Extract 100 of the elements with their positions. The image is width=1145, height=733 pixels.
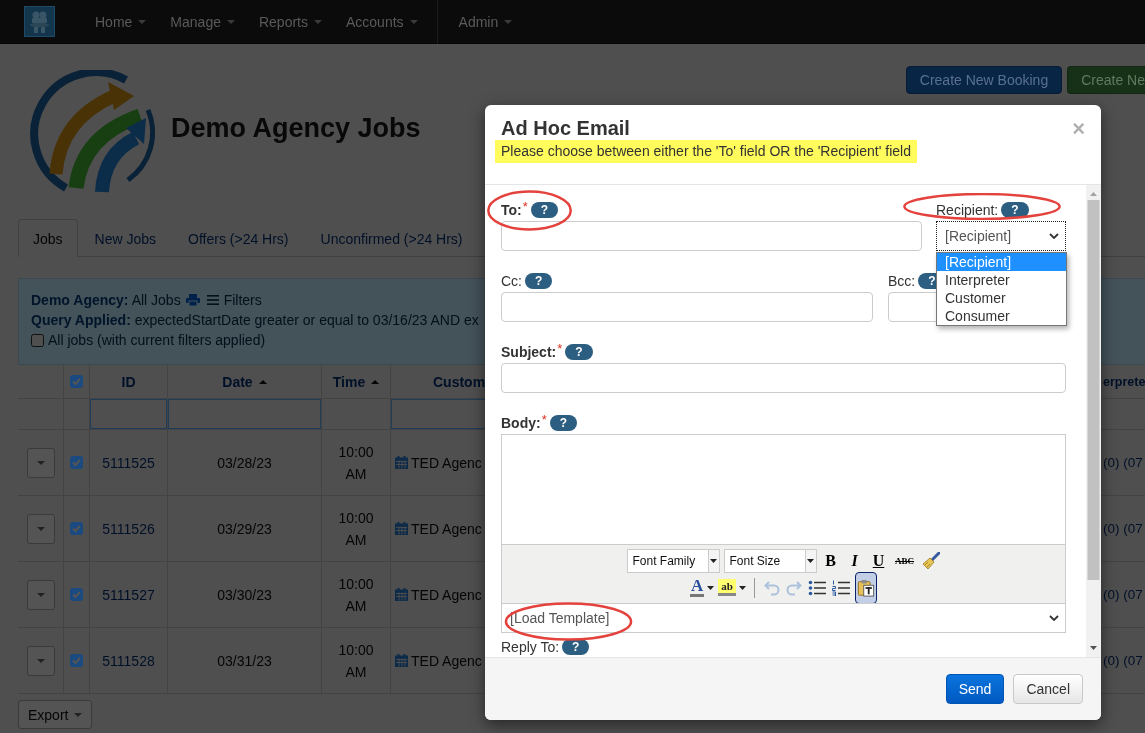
highlight-button[interactable]: ab	[718, 579, 736, 596]
checkbox[interactable]	[70, 522, 83, 535]
input-field[interactable]	[501, 363, 1066, 393]
checkbox[interactable]	[31, 333, 44, 347]
caret-icon	[36, 460, 45, 465]
checkbox[interactable]	[70, 588, 83, 601]
contact-text: (0) (07	[1103, 455, 1143, 470]
customer-text: TED Agenc	[411, 520, 482, 537]
caret-icon	[74, 712, 83, 717]
field-label: Reply To:	[501, 639, 560, 655]
numbered-list-icon[interactable]	[830, 578, 851, 597]
checkbox[interactable]	[70, 654, 83, 667]
strikethrough-button[interactable]: ABC	[892, 549, 917, 572]
send-button[interactable]: Send	[945, 674, 1005, 704]
caret-icon	[138, 19, 147, 24]
dropdown-option[interactable]: Consumer	[937, 307, 1066, 325]
contact-text: (0) (07	[1103, 653, 1143, 668]
italic-button[interactable]: I	[844, 549, 865, 572]
nav-menu[interactable]: Accounts	[334, 11, 430, 32]
field-label: Recipient:	[936, 202, 999, 218]
underline-button[interactable]: U	[868, 549, 889, 572]
paste-text-icon[interactable]	[854, 571, 877, 604]
tab[interactable]: Unconfirmed (>24 Hrs)	[305, 219, 478, 256]
column-header[interactable]: Time	[332, 373, 366, 390]
help-badge[interactable]: ?	[1001, 202, 1029, 218]
filter-field[interactable]	[90, 399, 167, 429]
logo-icon[interactable]	[24, 6, 55, 37]
job-id-link[interactable]: 5111526	[102, 520, 155, 537]
font-select[interactable]: Font Family	[626, 548, 720, 573]
caret-icon	[314, 19, 322, 24]
help-badge[interactable]: ?	[565, 344, 593, 360]
scrollbar[interactable]	[1086, 185, 1101, 657]
row-menu-button[interactable]	[26, 645, 55, 676]
tab[interactable]: New Jobs	[79, 219, 172, 256]
create-button[interactable]: Create New Booking	[905, 66, 1063, 94]
notice-text: Please choose between either the 'To' field OR the 'Recipient' field	[495, 140, 917, 163]
job-id-link[interactable]: 5111528	[102, 652, 155, 669]
job-id-link[interactable]: 5111525	[102, 454, 155, 471]
caret-icon	[36, 526, 45, 531]
dropdown-option[interactable]: Customer	[937, 289, 1066, 307]
close-button[interactable]: ×	[1072, 119, 1085, 139]
help-badge[interactable]: ?	[549, 415, 578, 431]
contact-text: (0) (07	[1103, 587, 1143, 602]
bold-button[interactable]: B	[820, 549, 841, 572]
caret-icon[interactable]	[738, 585, 746, 590]
font-color-button[interactable]: A	[690, 578, 705, 597]
cancel-button[interactable]: Cancel	[1013, 674, 1083, 704]
caret-icon	[36, 592, 45, 597]
row-menu-button[interactable]	[26, 579, 55, 610]
column-header[interactable]: Custom	[433, 373, 486, 390]
calendar-icon	[395, 654, 408, 667]
export-button[interactable]: Export	[18, 700, 93, 729]
nav-menu[interactable]: Reports	[246, 11, 334, 32]
bullet-list-icon[interactable]	[806, 578, 827, 597]
input-field[interactable]	[501, 221, 922, 251]
sort-ascending-icon[interactable]	[258, 379, 267, 384]
query-text: Query Applied: expectedStartDate greater or equal to 03/16/23 AND ex	[31, 311, 479, 330]
row-menu-button[interactable]	[26, 447, 55, 478]
filters-link[interactable]: Filters	[223, 290, 262, 310]
caret-icon	[409, 19, 418, 24]
caret-icon[interactable]	[707, 585, 715, 590]
list-icon[interactable]	[206, 295, 219, 305]
column-header[interactable]: ID	[121, 373, 136, 390]
sort-ascending-icon[interactable]	[371, 379, 380, 384]
agency-text: Demo Agency: All Jobs	[31, 291, 181, 310]
chevron-icon	[1049, 615, 1059, 621]
caret-icon	[807, 558, 814, 563]
checkbox-label: All jobs (with current filters applied)	[48, 331, 266, 350]
column-header[interactable]: erprete	[1103, 374, 1145, 389]
field-label: To:	[501, 202, 522, 218]
input-field[interactable]	[501, 292, 873, 322]
date-text: 03/30/23	[217, 586, 272, 603]
tab[interactable]: Offers (>24 Hrs)	[173, 219, 304, 256]
checkbox[interactable]	[70, 456, 83, 469]
brush-icon[interactable]	[920, 550, 941, 571]
checkbox[interactable]	[70, 375, 83, 388]
editor-area[interactable]	[501, 434, 1066, 544]
chevron-icon	[1049, 233, 1059, 239]
font-select[interactable]: Font Size	[723, 548, 817, 573]
caret-icon	[36, 658, 45, 663]
print-icon[interactable]	[185, 294, 200, 306]
required-mark: *	[522, 200, 528, 214]
select-field[interactable]: [Recipient]	[936, 221, 1066, 251]
column-header[interactable]: Date	[222, 373, 253, 390]
row-menu-button[interactable]	[26, 513, 55, 544]
nav-menu[interactable]: Home	[83, 11, 159, 32]
tab[interactable]: Jobs	[18, 219, 78, 257]
job-id-link[interactable]: 5111527	[102, 586, 155, 603]
dropdown-option[interactable]: [Recipient]	[937, 253, 1066, 271]
help-badge[interactable]: ?	[525, 273, 553, 289]
nav-menu[interactable]: Manage	[158, 11, 247, 32]
template-select[interactable]: [Load Template]	[501, 603, 1066, 633]
create-button[interactable]: Create Ne	[1067, 66, 1145, 94]
nav-menu[interactable]: Admin	[446, 11, 525, 32]
caret-icon	[504, 19, 513, 24]
help-badge[interactable]: ?	[530, 202, 559, 218]
customer-text: TED Agenc	[411, 652, 482, 669]
filter-field[interactable]	[168, 399, 321, 429]
contact-text: (0) (07	[1103, 521, 1143, 536]
required-mark: *	[541, 413, 547, 427]
